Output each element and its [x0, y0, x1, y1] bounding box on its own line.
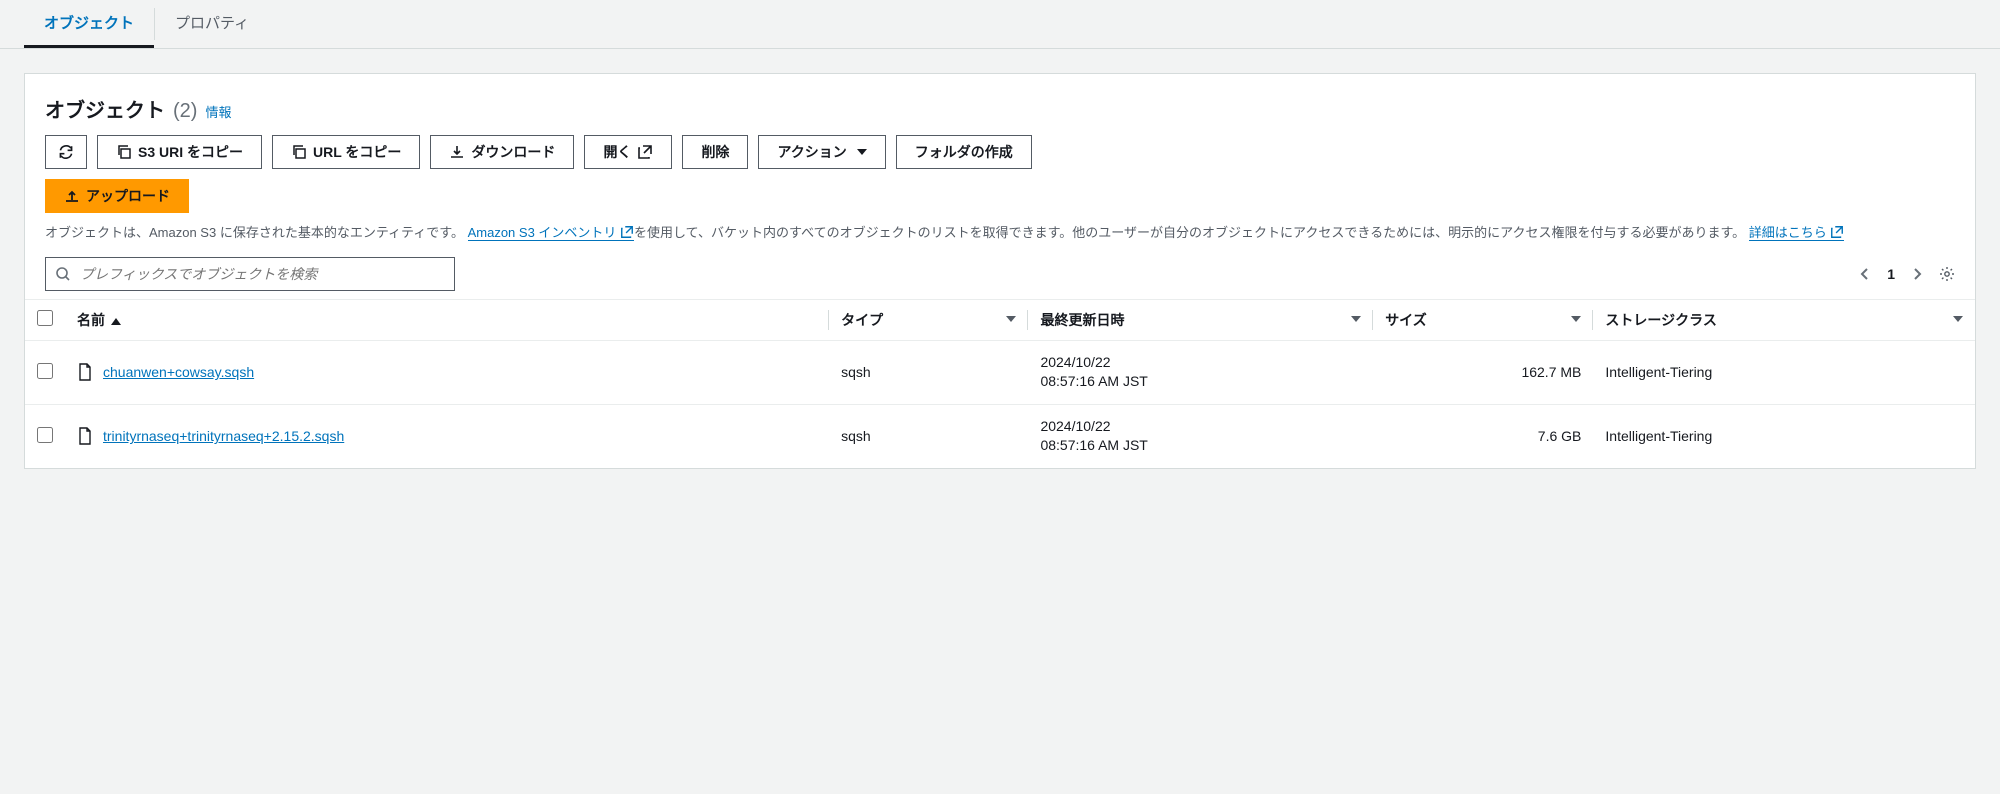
refresh-button[interactable]: [45, 135, 87, 169]
col-size-label: サイズ: [1385, 310, 1427, 330]
tab-properties[interactable]: プロパティ: [155, 0, 269, 48]
col-name[interactable]: 名前: [65, 299, 829, 340]
object-name-link[interactable]: chuanwen+cowsay.sqsh: [103, 364, 254, 380]
description-text: オブジェクトは、Amazon S3 に保存された基本的なエンティティです。 Am…: [45, 223, 1955, 243]
filter-icon[interactable]: [1571, 316, 1581, 322]
cell-last-modified: 2024/10/2208:57:16 AM JST: [1028, 404, 1373, 468]
file-icon: [77, 427, 93, 445]
download-button[interactable]: ダウンロード: [430, 135, 574, 169]
open-button[interactable]: 開く: [584, 135, 672, 169]
pagination: 1: [1857, 266, 1955, 282]
panel-header: オブジェクト (2) 情報: [45, 94, 1955, 123]
external-link-icon: [1830, 225, 1844, 239]
create-folder-label: フォルダの作成: [915, 142, 1013, 162]
table-row: trinityrnaseq+trinityrnaseq+2.15.2.sqsh s…: [25, 404, 1975, 468]
inventory-link-text: Amazon S3 インベントリ: [468, 225, 617, 240]
search-input[interactable]: [45, 257, 455, 291]
table-row: chuanwen+cowsay.sqsh sqsh2024/10/2208:57:…: [25, 340, 1975, 404]
desc-part-2: を使用して、バケット内のすべてのオブジェクトのリストを取得できます。他のユーザー…: [634, 225, 1745, 240]
download-icon: [449, 144, 465, 160]
cell-last-modified: 2024/10/2208:57:16 AM JST: [1028, 340, 1373, 404]
external-link-icon: [620, 225, 634, 239]
search-icon: [55, 266, 71, 282]
tab-objects[interactable]: オブジェクト: [24, 0, 154, 48]
copy-icon: [291, 144, 307, 160]
tabs-bar: オブジェクト プロパティ: [0, 0, 2000, 49]
delete-button[interactable]: 削除: [682, 135, 748, 169]
col-sc-label: ストレージクラス: [1605, 312, 1716, 328]
gear-icon[interactable]: [1939, 266, 1955, 282]
cell-storage-class: Intelligent-Tiering: [1593, 340, 1975, 404]
learn-more-link[interactable]: 詳細はこちら: [1749, 225, 1845, 241]
info-link[interactable]: 情報: [205, 102, 231, 121]
search-pagination-row: 1: [45, 257, 1955, 291]
filter-icon[interactable]: [1953, 316, 1963, 322]
actions-label: アクション: [777, 142, 846, 162]
upload-button[interactable]: アップロード: [45, 179, 189, 213]
copy-url-label: URL をコピー: [313, 142, 401, 162]
delete-label: 削除: [701, 142, 729, 162]
upload-icon: [64, 188, 80, 204]
select-all-checkbox[interactable]: [37, 310, 53, 326]
page-number: 1: [1887, 266, 1895, 282]
external-link-icon: [637, 144, 653, 160]
row-checkbox[interactable]: [37, 363, 53, 379]
col-size[interactable]: サイズ: [1373, 299, 1593, 340]
col-type-label: タイプ: [841, 312, 883, 328]
toolbar-2: アップロード: [45, 179, 1955, 213]
desc-part-1: オブジェクトは、Amazon S3 に保存された基本的なエンティティです。: [45, 225, 464, 240]
copy-icon: [116, 144, 132, 160]
file-icon: [77, 363, 93, 381]
learn-more-text: 詳細はこちら: [1749, 225, 1827, 240]
object-count: (2): [173, 100, 197, 123]
sort-asc-icon: [111, 318, 121, 325]
filter-icon[interactable]: [1351, 316, 1361, 322]
filter-icon[interactable]: [1006, 316, 1016, 322]
col-storage-class[interactable]: ストレージクラス: [1593, 299, 1975, 340]
cell-type: sqsh: [829, 404, 1028, 468]
row-checkbox[interactable]: [37, 427, 53, 443]
objects-panel: オブジェクト (2) 情報 S3 URI をコピー URL をコピー ダウンロー…: [24, 73, 1976, 469]
col-type[interactable]: タイプ: [829, 299, 1028, 340]
cell-storage-class: Intelligent-Tiering: [1593, 404, 1975, 468]
inventory-link[interactable]: Amazon S3 インベントリ: [468, 225, 634, 241]
open-label: 開く: [603, 142, 631, 162]
download-label: ダウンロード: [471, 142, 555, 162]
cell-type: sqsh: [829, 340, 1028, 404]
prev-page-icon[interactable]: [1857, 266, 1873, 282]
toolbar: S3 URI をコピー URL をコピー ダウンロード 開く 削除 アクション: [45, 135, 1955, 169]
create-folder-button[interactable]: フォルダの作成: [896, 135, 1032, 169]
search-box: [45, 257, 455, 291]
cell-size: 162.7 MB: [1373, 340, 1593, 404]
actions-button[interactable]: アクション: [758, 135, 885, 169]
cell-size: 7.6 GB: [1373, 404, 1593, 468]
col-lm-label: 最終更新日時: [1040, 312, 1124, 328]
panel-title: オブジェクト: [45, 94, 165, 123]
chevron-down-icon: [857, 149, 867, 155]
copy-url-button[interactable]: URL をコピー: [272, 135, 420, 169]
col-last-modified[interactable]: 最終更新日時: [1028, 299, 1373, 340]
copy-s3-uri-label: S3 URI をコピー: [138, 142, 243, 162]
next-page-icon[interactable]: [1909, 266, 1925, 282]
upload-label: アップロード: [86, 186, 170, 206]
col-name-label: 名前: [77, 312, 105, 328]
object-name-link[interactable]: trinityrnaseq+trinityrnaseq+2.15.2.sqsh: [103, 428, 344, 444]
objects-table: 名前 タイプ 最終更新日時 サイズ ストレージクラス chuanwen+cows…: [25, 299, 1975, 468]
copy-s3-uri-button[interactable]: S3 URI をコピー: [97, 135, 262, 169]
refresh-icon: [58, 144, 74, 160]
